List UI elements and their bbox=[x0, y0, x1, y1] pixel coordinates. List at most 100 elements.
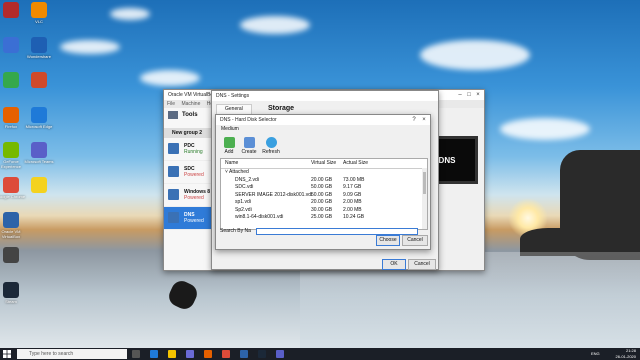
desktop-icon[interactable]: Google Chrome bbox=[0, 177, 26, 199]
desktop-icon-label: Microsoft Edge bbox=[25, 124, 53, 129]
cell-actual: 10.24 GB bbox=[343, 214, 365, 220]
table-row[interactable]: SDC.vdi 50.00 GB 9.17 GB bbox=[221, 184, 427, 192]
selector-titlebar: DNS - Hard Disk Selector bbox=[216, 115, 430, 125]
desktop-icon[interactable] bbox=[24, 177, 54, 194]
desktop-icon[interactable]: Steam bbox=[0, 282, 26, 304]
vm-icon bbox=[168, 143, 179, 154]
app-icon bbox=[3, 282, 19, 298]
desktop-icon[interactable]: Oracle VM VirtualBox bbox=[0, 212, 26, 239]
close-icon[interactable]: × bbox=[420, 116, 428, 124]
diver-silhouette bbox=[165, 277, 201, 313]
refresh-button[interactable]: Refresh bbox=[258, 137, 284, 155]
create-disk-icon bbox=[243, 137, 255, 148]
chrome-icon[interactable] bbox=[222, 350, 230, 358]
teams-taskbar-icon[interactable] bbox=[276, 350, 284, 358]
minimize-icon[interactable]: – bbox=[456, 91, 464, 99]
desktop-icon[interactable]: VLC bbox=[24, 2, 54, 24]
table-row[interactable]: Sp2.vdi 30.00 GB 2.00 MB bbox=[221, 207, 427, 215]
desktop-icon-label: Wondershare bbox=[27, 54, 51, 59]
desktop-icon[interactable] bbox=[0, 247, 26, 264]
group-label: ˅ Attached bbox=[225, 169, 249, 175]
ok-button[interactable]: OK bbox=[382, 259, 406, 270]
table-row[interactable]: SERVER IMAGE 2012-disk001.vdi 50.00 GB 9.0… bbox=[221, 192, 427, 200]
column-name[interactable]: Name bbox=[225, 159, 238, 168]
app-icon bbox=[3, 107, 19, 123]
settings-titlebar: DNS - Settings bbox=[212, 91, 438, 101]
cell-virtual: 30.00 GB bbox=[311, 206, 333, 213]
choose-button[interactable]: Choose bbox=[376, 235, 400, 246]
desktop-icon[interactable]: Microsoft Teams bbox=[24, 142, 54, 164]
menu-file[interactable]: File bbox=[167, 101, 175, 107]
desktop-icon[interactable]: GeForce Experience bbox=[0, 142, 26, 169]
desktop-icon-label: Oracle VM VirtualBox bbox=[1, 229, 21, 239]
table-row[interactable]: win8.1-64-disk001.vdi 25.00 GB 10.24 GB bbox=[221, 214, 427, 222]
desktop-icon[interactable] bbox=[0, 37, 26, 54]
desktop-icon[interactable] bbox=[0, 2, 26, 19]
vm-group-header[interactable]: New group 2 bbox=[164, 128, 216, 138]
section-title: Storage bbox=[268, 105, 295, 112]
clock[interactable]: 21:28 26-01-2020 bbox=[616, 348, 636, 360]
app-icon bbox=[31, 37, 47, 53]
app-icon bbox=[31, 2, 47, 18]
store-icon[interactable] bbox=[186, 350, 194, 358]
virtualbox-taskbar-icon[interactable] bbox=[240, 350, 248, 358]
table-row[interactable]: sp1.vdi 20.00 GB 2.00 MB bbox=[221, 199, 427, 207]
table-header: Name Virtual Size Actual Size bbox=[221, 159, 427, 169]
tools-icon bbox=[168, 111, 178, 119]
cell-actual: 2.00 MB bbox=[343, 199, 362, 205]
menu-machine[interactable]: Machine bbox=[181, 101, 200, 107]
desktop-icon[interactable] bbox=[0, 72, 26, 89]
clock-date: 26-01-2020 bbox=[615, 354, 636, 359]
steam-taskbar-icon[interactable] bbox=[258, 350, 266, 358]
desktop-icon[interactable]: Wondershare bbox=[24, 37, 54, 59]
windows-start-icon[interactable] bbox=[3, 350, 11, 358]
cloud bbox=[60, 40, 120, 54]
desktop-icon-label: GeForce Experience bbox=[0, 159, 21, 169]
cloud bbox=[240, 16, 310, 34]
vm-item-windows8[interactable]: Windows 8 Powered bbox=[164, 184, 216, 207]
desktop-icon[interactable]: Microsoft Edge bbox=[24, 107, 54, 129]
group-label-text: Attached bbox=[229, 169, 249, 175]
add-label: Add bbox=[224, 149, 234, 155]
maximize-icon[interactable]: □ bbox=[465, 91, 473, 99]
cell-name: sp1.vdi bbox=[235, 199, 251, 205]
cloud bbox=[500, 118, 590, 140]
vm-item-pdc[interactable]: PDC Running bbox=[164, 138, 216, 161]
disk-table: Name Virtual Size Actual Size ˅ Attached… bbox=[220, 158, 428, 230]
vm-item-sdc[interactable]: SDC Powered bbox=[164, 161, 216, 184]
desktop-icon[interactable] bbox=[24, 72, 54, 89]
create-button[interactable]: Create bbox=[238, 137, 260, 155]
cell-actual: 9.09 GB bbox=[343, 191, 362, 198]
cell-virtual: 25.00 GB bbox=[311, 214, 333, 220]
column-actual-size[interactable]: Actual Size bbox=[343, 159, 368, 168]
app-icon bbox=[3, 177, 19, 193]
file-explorer-icon[interactable] bbox=[168, 350, 176, 358]
cell-virtual: 50.00 GB bbox=[311, 184, 333, 190]
firefox-icon[interactable] bbox=[204, 350, 212, 358]
tools-item[interactable]: Tools bbox=[164, 108, 216, 122]
medium-label: Medium bbox=[221, 126, 239, 132]
scrollbar[interactable] bbox=[422, 168, 427, 229]
desktop-icon[interactable]: Firefox bbox=[0, 107, 26, 129]
search-input[interactable] bbox=[256, 228, 418, 235]
selector-cancel-button[interactable]: Cancel bbox=[402, 235, 428, 246]
help-icon[interactable]: ? bbox=[410, 116, 418, 124]
vm-item-dns[interactable]: DNS Powered bbox=[164, 207, 216, 230]
language-indicator[interactable]: ENG bbox=[591, 351, 600, 356]
close-icon[interactable]: × bbox=[474, 91, 482, 99]
column-virtual-size[interactable]: Virtual Size bbox=[311, 159, 336, 168]
cancel-button[interactable]: Cancel bbox=[408, 259, 436, 270]
edge-icon[interactable] bbox=[150, 350, 158, 358]
taskbar: Type here to search ENG 21:28 26-01-2020 bbox=[0, 348, 640, 360]
group-attached[interactable]: ˅ Attached bbox=[221, 169, 427, 177]
disk-rows: DNS_2.vdi 20.00 GB 73.00 MB SDC.vdi 50.00 GB… bbox=[221, 177, 427, 222]
table-row[interactable]: DNS_2.vdi 20.00 GB 73.00 MB bbox=[221, 177, 427, 185]
task-view-icon[interactable] bbox=[132, 350, 140, 358]
cell-actual: 73.00 MB bbox=[343, 176, 365, 183]
create-label: Create bbox=[241, 149, 257, 155]
scrollbar-thumb[interactable] bbox=[423, 172, 426, 194]
taskbar-search-input[interactable]: Type here to search bbox=[17, 349, 127, 359]
app-icon bbox=[3, 212, 19, 228]
search-by-label[interactable]: Search By Na bbox=[220, 228, 251, 235]
add-button[interactable]: Add bbox=[218, 137, 240, 155]
